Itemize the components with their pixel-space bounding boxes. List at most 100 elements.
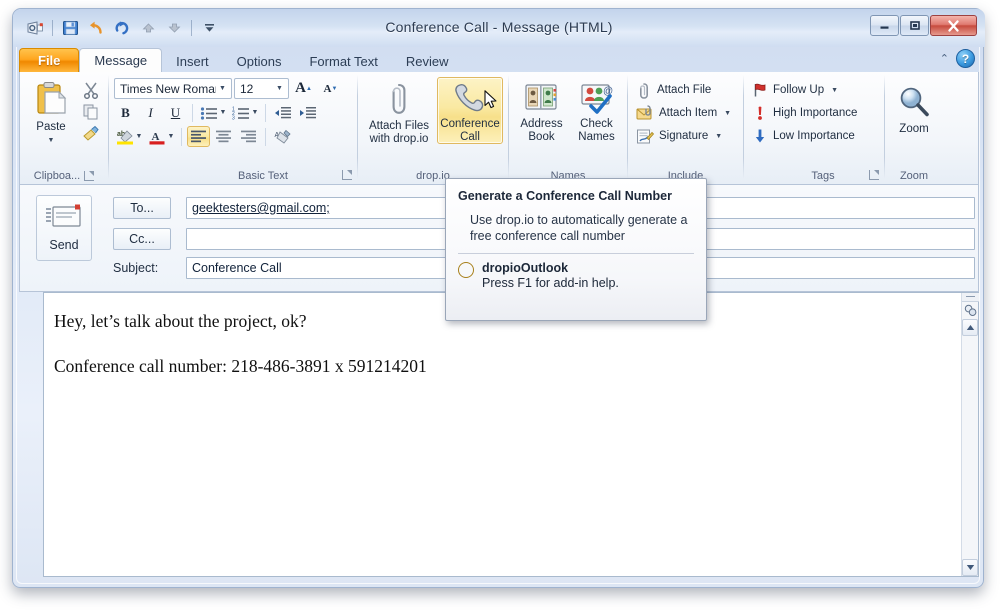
send-button[interactable]: Send (36, 195, 92, 261)
font-row: Times New Roman ▼ 12 ▼ A ▲ A ▼ (114, 78, 343, 99)
low-importance-label: Low Importance (773, 130, 855, 142)
ribbon-group-tags: Follow Up ▼ High Importance Low Importan… (744, 72, 884, 184)
low-importance-button[interactable]: Low Importance (749, 125, 863, 147)
numbering-button[interactable]: 1 2 3 ▼ (230, 102, 260, 123)
help-icon[interactable]: ? (956, 49, 975, 68)
underline-button[interactable]: U (164, 102, 187, 123)
tags-items: Follow Up ▼ High Importance Low Importan… (749, 78, 863, 147)
body-line-2: Conference call number: 218-486-3891 x 5… (54, 356, 427, 376)
bold-button[interactable]: B (114, 102, 137, 123)
signature-button[interactable]: Signature ▼ (633, 125, 737, 147)
font-color-dropdown-icon[interactable]: ▼ (168, 133, 175, 140)
shrink-font-button[interactable]: A ▼ (318, 78, 343, 99)
scroll-up-button[interactable] (962, 319, 978, 336)
tags-dialog-launcher-icon[interactable] (869, 170, 879, 180)
follow-up-button[interactable]: Follow Up ▼ (749, 79, 863, 101)
align-center-button[interactable] (212, 126, 235, 147)
increase-indent-button[interactable] (296, 102, 319, 123)
conference-call-tooltip: Generate a Conference Call Number Use dr… (445, 178, 707, 321)
cut-button[interactable] (79, 79, 102, 100)
ribbon-tab-strip: File Message Insert Options Format Text … (13, 47, 985, 73)
text-highlight-button[interactable]: ab ▼ (114, 126, 144, 147)
window-controls (869, 15, 977, 36)
follow-up-dropdown-icon[interactable]: ▼ (831, 87, 838, 94)
group-label-clipboard: Clipboa... (20, 167, 108, 184)
align-right-button[interactable] (237, 126, 260, 147)
basic-text-dialog-launcher-icon[interactable] (342, 170, 352, 180)
conference-call-button[interactable]: Conference Call (437, 77, 503, 144)
italic-button[interactable]: I (139, 102, 162, 123)
tooltip-addin-help: Press F1 for add-in help. (482, 276, 619, 290)
clipboard-dialog-launcher-icon[interactable] (84, 170, 95, 181)
tab-message[interactable]: Message (79, 48, 163, 73)
subject-field-value: Conference Call (192, 261, 282, 275)
ribbon-group-zoom: Zoom Zoom (885, 72, 943, 184)
font-size-dropdown-icon[interactable]: ▼ (273, 85, 286, 92)
font-size-combo[interactable]: 12 ▼ (234, 78, 289, 99)
zoom-button-label: Zoom (899, 123, 929, 135)
tab-format-text[interactable]: Format Text (295, 49, 391, 73)
ribbon: Paste ▼ Clipboa... Times New Roman ▼ 12 … (19, 72, 979, 185)
tooltip-divider (458, 253, 694, 254)
highlight-dropdown-icon[interactable]: ▼ (136, 133, 143, 140)
zoom-button[interactable]: Zoom (890, 80, 938, 137)
underline-label: U (170, 104, 181, 120)
dropio-addin-icon (458, 262, 474, 278)
tab-file[interactable]: File (19, 48, 80, 73)
tab-review[interactable]: Review (392, 49, 463, 73)
grow-font-button[interactable]: A ▲ (291, 78, 316, 99)
signature-dropdown-icon[interactable]: ▼ (715, 133, 722, 140)
subject-label: Subject: (113, 261, 159, 275)
body-vertical-scrollbar[interactable] (961, 293, 979, 576)
clipboard-label-text: Clipboa... (33, 169, 81, 182)
numbering-dropdown-icon[interactable]: ▼ (252, 109, 259, 116)
font-color-button[interactable]: A ▼ (146, 126, 176, 147)
basic-text-label-text: Basic Text (238, 169, 288, 182)
message-body-area[interactable]: Hey, let’s talk about the project, ok? C… (43, 292, 979, 577)
zoom-label-text: Zoom (899, 169, 929, 182)
paste-button[interactable]: Paste ▼ (25, 76, 77, 148)
format-row: B I U ▼ 1 2 3 ▼ (114, 102, 343, 123)
basic-text-sep-3 (181, 127, 182, 146)
basic-text-sep-4 (265, 127, 266, 146)
restore-button[interactable] (900, 15, 929, 36)
address-book-button[interactable]: Address Book (514, 77, 569, 144)
close-button[interactable] (930, 15, 977, 36)
title-bar: Conference Call - Message (HTML) (13, 9, 985, 47)
attach-file-button[interactable]: Attach File (633, 79, 737, 101)
paste-label: Paste (36, 121, 66, 133)
italic-label: I (148, 104, 153, 120)
cc-button[interactable]: Cc... (113, 228, 171, 250)
bullets-button[interactable]: ▼ (198, 102, 228, 123)
attach-files-with-dropio-button[interactable]: Attach Files with drop.io (363, 77, 435, 146)
attach-item-button[interactable]: Attach Item ▼ (633, 102, 737, 124)
mouse-cursor-icon (484, 90, 497, 109)
copy-button[interactable] (79, 101, 102, 122)
format-painter-button[interactable] (79, 123, 102, 144)
check-names-label-line2: Names (578, 130, 615, 143)
to-button[interactable]: To... (113, 197, 171, 219)
check-names-button[interactable]: @ Check Names (571, 77, 622, 144)
font-name-combo[interactable]: Times New Roman ▼ (114, 78, 232, 99)
font-name-dropdown-icon[interactable]: ▼ (216, 85, 229, 92)
clear-formatting-button[interactable]: A (271, 126, 294, 147)
align-left-button[interactable] (187, 126, 210, 147)
tab-insert[interactable]: Insert (162, 49, 223, 73)
decrease-indent-button[interactable] (271, 102, 294, 123)
split-window-handle[interactable] (961, 293, 979, 302)
paste-dropdown-icon[interactable]: ▼ (48, 135, 55, 148)
font-name-value: Times New Roman (120, 81, 216, 96)
attach-item-label: Attach Item (659, 107, 718, 119)
tab-options[interactable]: Options (223, 49, 296, 73)
conference-call-label-line2: Call (460, 130, 480, 143)
attach-item-dropdown-icon[interactable]: ▼ (724, 110, 731, 117)
scroll-down-button[interactable] (962, 559, 978, 576)
collapse-ribbon-icon[interactable]: ⌃ (940, 52, 949, 65)
ribbon-group-include: Attach File Attach Item ▼ Signature ▼ In… (628, 72, 743, 184)
bullets-dropdown-icon[interactable]: ▼ (220, 109, 227, 116)
minimize-button[interactable] (870, 15, 899, 36)
high-importance-button[interactable]: High Importance (749, 102, 863, 124)
attach-file-label: Attach File (657, 84, 712, 96)
select-browse-object-icon[interactable] (962, 302, 979, 319)
attach-files-label-line2: with drop.io (369, 132, 429, 145)
